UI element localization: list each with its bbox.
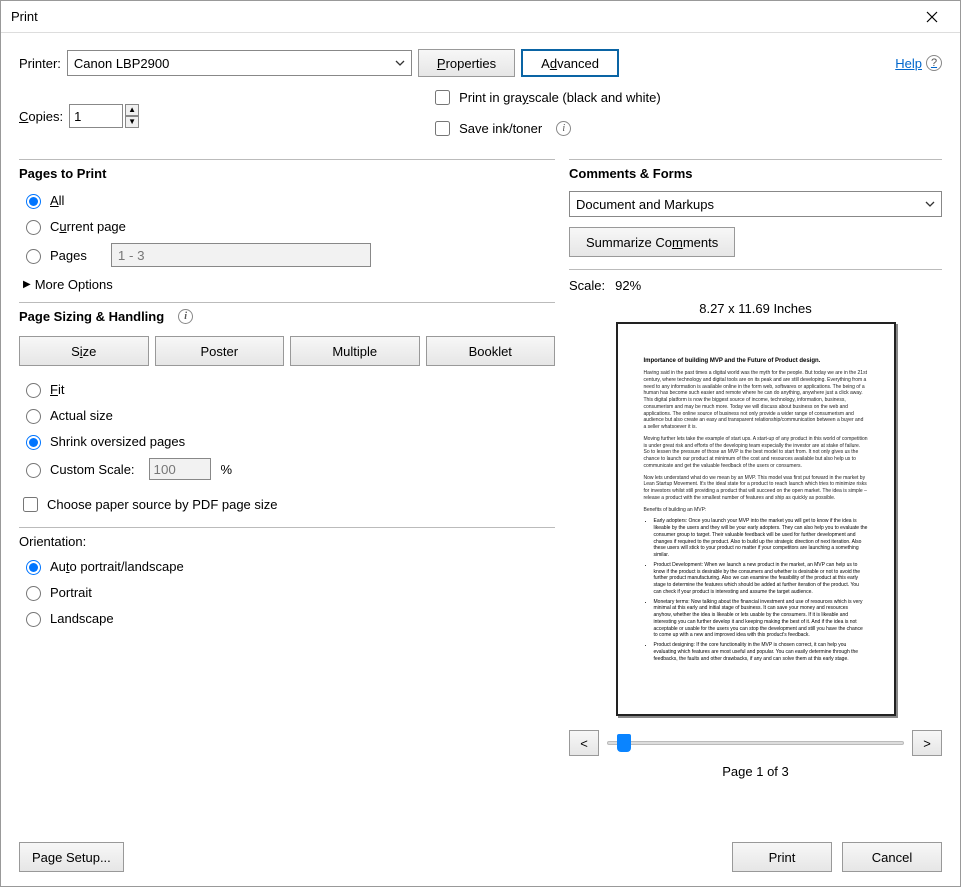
pages-range-row[interactable]: Pages xyxy=(19,239,555,271)
grayscale-checkbox[interactable] xyxy=(435,90,450,105)
sizing-title: Page Sizing & Handling i xyxy=(19,302,555,330)
more-options-toggle[interactable]: ▶ More Options xyxy=(19,271,555,302)
page-dimensions: 8.27 x 11.69 Inches xyxy=(569,299,942,322)
custom-scale-row[interactable]: Custom Scale: % xyxy=(19,454,555,484)
orientation-auto-row[interactable]: Auto portrait/landscape xyxy=(19,553,555,579)
chevron-down-icon xyxy=(395,58,405,68)
close-icon xyxy=(926,11,938,23)
page-setup-button[interactable]: Page Setup... xyxy=(19,842,124,872)
close-button[interactable] xyxy=(912,1,952,32)
titlebar: Print xyxy=(1,1,960,33)
slider-thumb[interactable] xyxy=(617,734,631,752)
preview-page-slider[interactable] xyxy=(607,741,904,745)
window-title: Print xyxy=(11,9,912,24)
orientation-portrait-radio[interactable] xyxy=(26,586,41,601)
help-icon: ? xyxy=(926,55,942,71)
pages-current-row[interactable]: Current page xyxy=(19,213,555,239)
info-icon[interactable]: i xyxy=(178,309,193,324)
summarize-comments-button[interactable]: Summarize Comments xyxy=(569,227,735,257)
scale-label: Scale: xyxy=(569,278,605,293)
page-preview: Importance of building MVP and the Futur… xyxy=(616,322,896,716)
fit-radio[interactable] xyxy=(26,383,41,398)
pages-to-print-title: Pages to Print xyxy=(19,159,555,187)
actual-size-radio[interactable] xyxy=(26,409,41,424)
grayscale-checkbox-row[interactable]: Print in grayscale (black and white) xyxy=(431,87,661,108)
printer-select[interactable]: Canon LBP2900 xyxy=(67,50,412,76)
print-button[interactable]: Print xyxy=(732,842,832,872)
info-icon[interactable]: i xyxy=(556,121,571,136)
preview-next-button[interactable]: > xyxy=(912,730,942,756)
triangle-right-icon: ▶ xyxy=(23,279,31,290)
orientation-landscape-row[interactable]: Landscape xyxy=(19,605,555,631)
preview-prev-button[interactable]: < xyxy=(569,730,599,756)
custom-scale-input[interactable] xyxy=(149,458,211,480)
orientation-landscape-radio[interactable] xyxy=(26,612,41,627)
comments-title: Comments & Forms xyxy=(569,159,942,187)
poster-button[interactable]: Poster xyxy=(155,336,285,366)
orientation-portrait-row[interactable]: Portrait xyxy=(19,579,555,605)
custom-scale-radio[interactable] xyxy=(26,463,41,478)
properties-button[interactable]: Properties xyxy=(418,49,515,77)
scale-value: 92% xyxy=(615,278,641,293)
pages-all-row[interactable]: All xyxy=(19,187,555,213)
pages-range-input[interactable] xyxy=(111,243,371,267)
advanced-button[interactable]: Advanced xyxy=(521,49,619,77)
size-button[interactable]: Size xyxy=(19,336,149,366)
copies-label: Copies: xyxy=(19,109,63,124)
orientation-title: Orientation: xyxy=(19,527,555,553)
pages-all-radio[interactable] xyxy=(26,194,41,209)
pages-range-radio[interactable] xyxy=(26,249,41,264)
shrink-radio[interactable] xyxy=(26,435,41,450)
pages-current-radio[interactable] xyxy=(26,220,41,235)
multiple-button[interactable]: Multiple xyxy=(290,336,420,366)
copies-down[interactable]: ▼ xyxy=(125,116,139,128)
copies-spinner[interactable]: ▲ ▼ xyxy=(69,104,139,128)
save-ink-checkbox-row[interactable]: Save ink/toner i xyxy=(431,118,661,139)
booklet-button[interactable]: Booklet xyxy=(426,336,556,366)
orientation-auto-radio[interactable] xyxy=(26,560,41,575)
shrink-row[interactable]: Shrink oversized pages xyxy=(19,428,555,454)
save-ink-checkbox[interactable] xyxy=(435,121,450,136)
copies-input[interactable] xyxy=(69,104,123,128)
actual-size-row[interactable]: Actual size xyxy=(19,402,555,428)
comments-dropdown[interactable]: Document and Markups xyxy=(569,191,942,217)
chevron-down-icon xyxy=(925,199,935,209)
fit-row[interactable]: Fit xyxy=(19,376,555,402)
help-link[interactable]: Help ? xyxy=(895,55,942,71)
copies-up[interactable]: ▲ xyxy=(125,104,139,116)
printer-label: Printer: xyxy=(19,56,61,71)
page-indicator: Page 1 of 3 xyxy=(569,764,942,779)
choose-paper-row[interactable]: Choose paper source by PDF page size xyxy=(19,494,555,515)
cancel-button[interactable]: Cancel xyxy=(842,842,942,872)
printer-value: Canon LBP2900 xyxy=(74,56,169,71)
choose-paper-checkbox[interactable] xyxy=(23,497,38,512)
